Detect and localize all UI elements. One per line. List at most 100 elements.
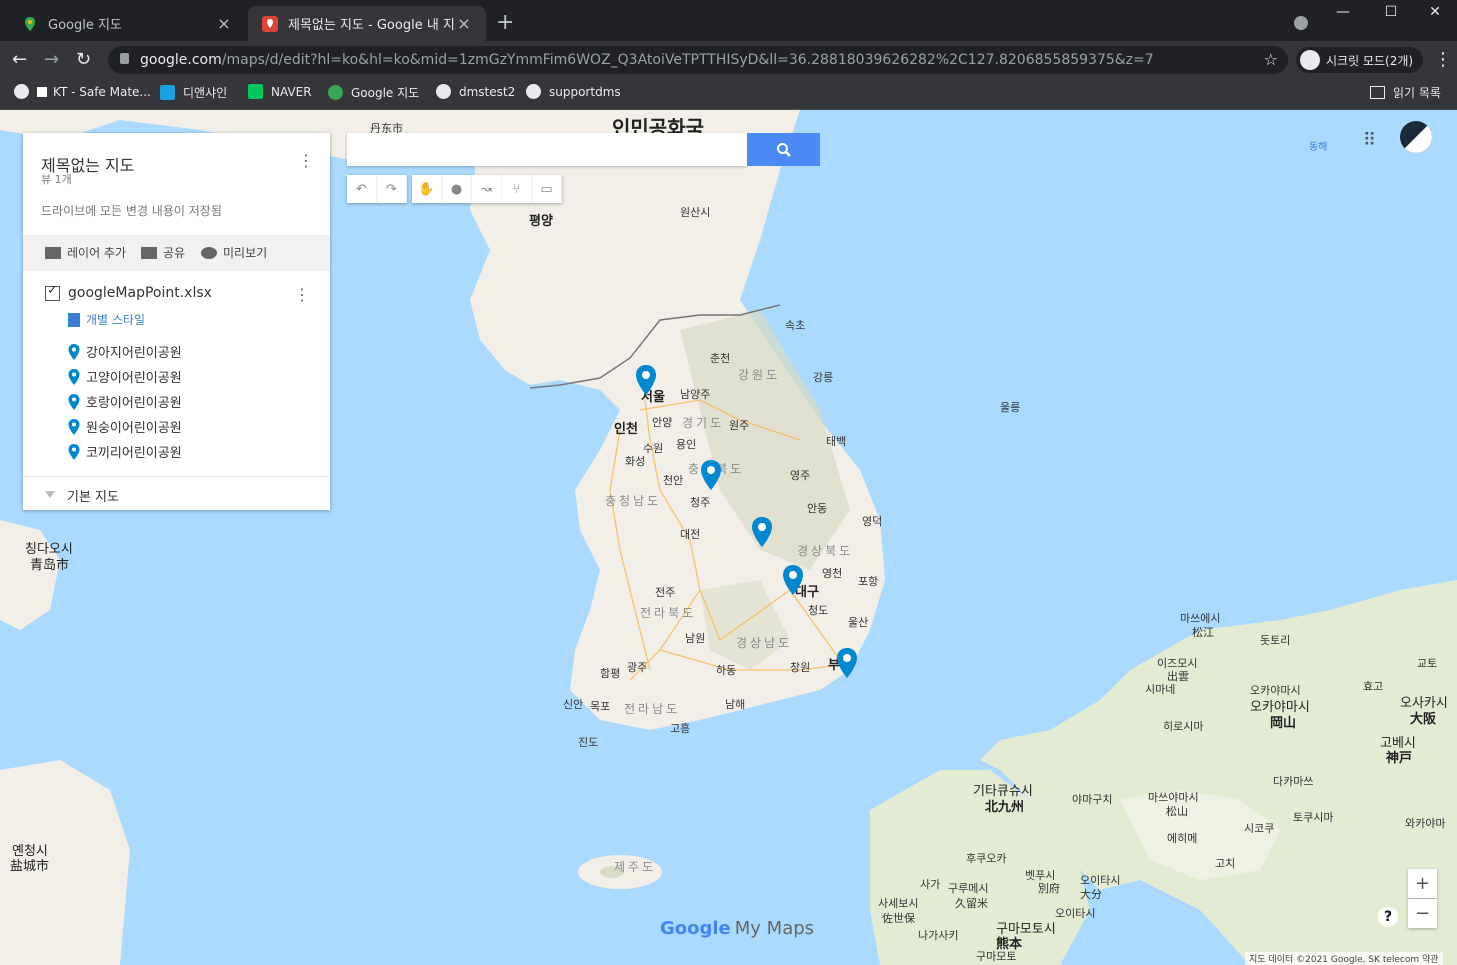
place-item[interactable]: 고양이어린이공원 <box>68 367 182 386</box>
chevron-down-icon[interactable] <box>45 491 55 498</box>
zoom-out-button[interactable]: − <box>1408 899 1437 928</box>
map-label: 구루메시 <box>948 882 989 895</box>
tab-google-maps[interactable]: Google 지도 × <box>8 6 246 41</box>
map-label: 남원 <box>685 632 706 645</box>
individual-style-link[interactable]: 개별 스타일 <box>68 311 145 328</box>
map-label: 시코쿠 <box>1244 822 1275 835</box>
add-layer-button[interactable]: 레이어 추가 <box>45 244 126 261</box>
reading-list-label: 읽기 목록 <box>1393 86 1441 100</box>
map-tools-group: ✋ ● ↝ ⑂ ▭ <box>412 175 562 203</box>
map-pin-icon[interactable] <box>782 565 804 595</box>
map-label: 목포 <box>590 700 611 713</box>
map-label: 佐世保 <box>882 912 915 925</box>
add-marker-icon[interactable]: ● <box>442 175 472 203</box>
preview-button[interactable]: 미리보기 <box>201 244 267 261</box>
hand-tool-icon[interactable]: ✋ <box>412 175 442 203</box>
share-label: 공유 <box>163 246 186 260</box>
tab-search-icon[interactable] <box>1294 16 1308 30</box>
bookmark-dnshine[interactable]: 디앤샤인 <box>160 84 227 101</box>
more-options-icon[interactable]: ⋮ <box>298 151 314 170</box>
maximize-button[interactable]: ☐ <box>1368 4 1414 20</box>
redo-icon[interactable]: ↷ <box>377 175 407 203</box>
map-label: 속초 <box>785 319 806 332</box>
bookmark-dmstest2[interactable]: dmstest2 <box>436 84 515 99</box>
map-pin-icon[interactable] <box>751 517 773 547</box>
layer-row[interactable]: googleMapPoint.xlsx <box>45 283 212 301</box>
incognito-badge[interactable]: 시크릿 모드(2개) <box>1296 47 1424 73</box>
lock-icon <box>120 53 129 64</box>
map-attribution[interactable]: 지도 데이터 ©2021 Google, SK telecom 약관 <box>1245 952 1443 965</box>
map-label: 하동 <box>716 664 737 677</box>
map-label: 松山 <box>1166 805 1188 818</box>
layers-icon <box>45 246 61 259</box>
map-label: 시마네 <box>1145 683 1176 696</box>
preview-label: 미리보기 <box>223 246 268 260</box>
avatar[interactable] <box>1400 121 1432 153</box>
map-pin-icon[interactable] <box>635 365 657 395</box>
map-label: 평양 <box>529 214 553 229</box>
tab-close-icon[interactable]: × <box>456 14 472 33</box>
search-button[interactable] <box>747 133 820 166</box>
bookmark-label: KT - Safe Mate... <box>53 84 151 99</box>
map-label: 에히메 <box>1167 832 1198 845</box>
map-label: 용인 <box>676 438 697 451</box>
place-item[interactable]: 강아지어린이공원 <box>68 342 182 361</box>
place-item[interactable]: 호랑이어린이공원 <box>68 392 182 411</box>
map-pin-icon[interactable] <box>700 460 722 490</box>
tab-my-maps[interactable]: 제목없는 지도 - Google 내 지도 × <box>248 6 486 41</box>
google-maps-icon <box>22 16 38 32</box>
tab-close-icon[interactable]: × <box>216 14 232 33</box>
bookmark-label: Google 지도 <box>351 86 420 100</box>
search-input[interactable] <box>347 133 747 166</box>
place-item[interactable]: 원숭이어린이공원 <box>68 417 182 436</box>
add-person-icon <box>141 246 157 259</box>
map-pin-icon[interactable] <box>836 648 858 678</box>
place-label: 강아지어린이공원 <box>86 346 182 361</box>
map-label: 동해 <box>1309 142 1328 153</box>
map-label: 와카야마 <box>1405 817 1446 830</box>
reading-list[interactable]: 읽기 목록 <box>1370 84 1441 101</box>
place-label: 원숭이어린이공원 <box>86 421 182 436</box>
map-label: 청도 <box>808 604 829 617</box>
undo-icon[interactable]: ↶ <box>347 175 377 203</box>
directions-icon[interactable]: ⑂ <box>502 175 532 203</box>
share-button[interactable]: 공유 <box>141 244 185 261</box>
search-icon <box>776 142 791 157</box>
base-map-row[interactable]: 기본 지도 <box>23 476 330 511</box>
map-label: 돗토리 <box>1260 634 1291 647</box>
map-label: 남해 <box>725 698 746 711</box>
apps-grid-icon[interactable]: ⠿ <box>1363 130 1376 151</box>
back-icon[interactable]: ← <box>12 49 27 70</box>
browser-toolbar: ← → ↻ google.com/maps/d/edit?hl=ko&hl=ko… <box>0 41 1457 78</box>
layer-options-icon[interactable]: ⋮ <box>294 285 310 304</box>
bookmark-star-icon[interactable]: ☆ <box>1264 50 1278 69</box>
bookmark-label: dmstest2 <box>459 84 516 99</box>
minimize-button[interactable]: — <box>1320 4 1366 20</box>
individual-style-label: 개별 스타일 <box>86 313 146 327</box>
map-label: 大分 <box>1080 888 1102 901</box>
bookmark-google-maps[interactable]: Google 지도 <box>328 84 419 101</box>
bookmark-kt[interactable]: KT - Safe Mate... <box>14 84 151 99</box>
address-bar[interactable]: google.com/maps/d/edit?hl=ko&hl=ko&mid=1… <box>108 46 1288 74</box>
new-tab-button[interactable]: + <box>496 12 514 34</box>
ruler-icon[interactable]: ▭ <box>532 175 562 203</box>
bookmark-supportdms[interactable]: supportdms <box>526 84 621 99</box>
help-button[interactable]: ? <box>1378 907 1398 927</box>
map-label: 히로시마 <box>1163 720 1204 733</box>
bookmark-label: supportdms <box>549 84 621 99</box>
place-item[interactable]: 코끼리어린이공원 <box>68 442 182 461</box>
forward-icon[interactable]: → <box>44 49 59 70</box>
tab-bar: Google 지도 × 제목없는 지도 - Google 내 지도 × + — … <box>0 0 1457 41</box>
draw-line-icon[interactable]: ↝ <box>472 175 502 203</box>
bookmark-label: NAVER <box>271 84 312 99</box>
tab-title: 제목없는 지도 - Google 내 지도 <box>288 18 456 33</box>
map-label: 別府 <box>1038 882 1060 895</box>
reload-icon[interactable]: ↻ <box>76 49 91 70</box>
url-host: google.com <box>140 52 222 68</box>
browser-menu-icon[interactable]: ⋮ <box>1434 49 1452 70</box>
zoom-in-button[interactable]: + <box>1408 869 1437 898</box>
incognito-icon <box>1300 50 1320 70</box>
layer-checkbox[interactable] <box>45 283 60 301</box>
bookmark-naver[interactable]: NAVER <box>248 84 312 99</box>
close-window-button[interactable]: ✕ <box>1412 4 1457 20</box>
